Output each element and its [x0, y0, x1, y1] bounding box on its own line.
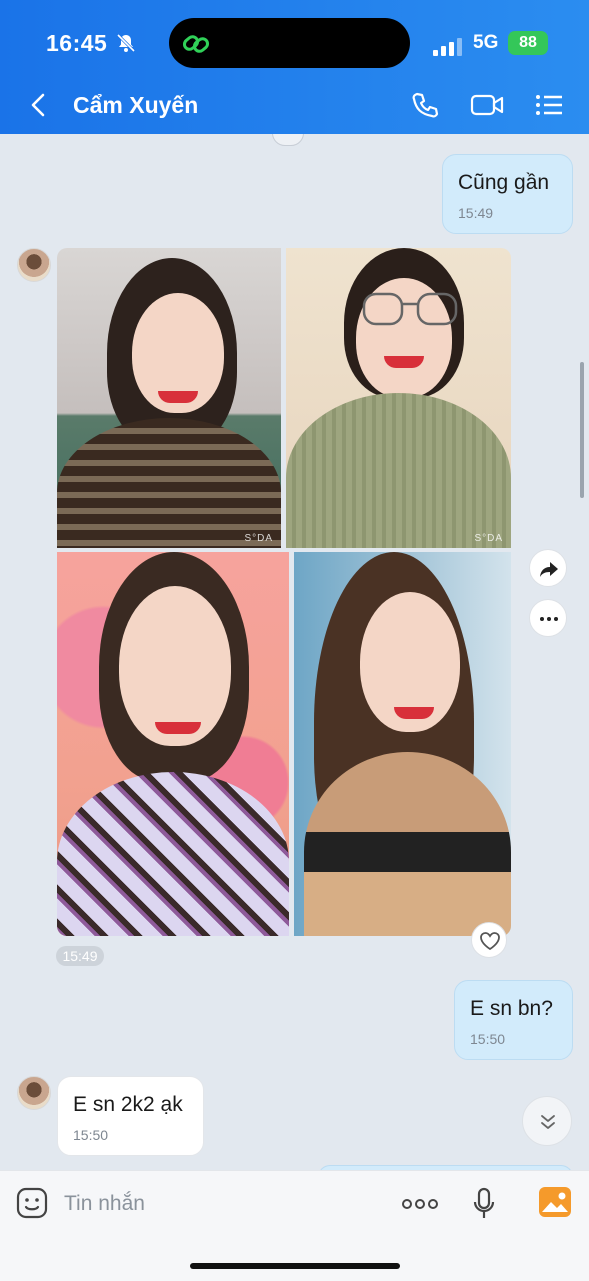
message-bubble-out[interactable]: Cũng gần 15:49 — [442, 154, 573, 234]
dynamic-island — [169, 18, 410, 68]
status-bar: 16:45 5G 88 — [0, 18, 589, 68]
message-input[interactable]: Tin nhắn — [64, 1192, 145, 1216]
scroll-down-button[interactable] — [522, 1096, 572, 1146]
battery-indicator: 88 — [508, 31, 548, 55]
header: 16:45 5G 88 Cẩm Xuyến — [0, 0, 589, 134]
avatar[interactable] — [17, 1076, 51, 1110]
message-text: E sn bn? — [470, 997, 553, 1020]
photo-1[interactable]: S°DA — [57, 248, 281, 548]
photo-4[interactable] — [294, 552, 511, 936]
scrollbar[interactable] — [580, 362, 584, 498]
chevron-left-icon[interactable] — [24, 90, 54, 125]
watermark: S°DA — [244, 533, 273, 544]
emoji-icon[interactable] — [16, 1187, 48, 1224]
message-bubble-in[interactable]: E sn 2k2 ạk 15:50 — [57, 1076, 204, 1156]
photo-3[interactable] — [57, 552, 289, 936]
chevron-down-icon — [541, 1115, 555, 1129]
network-type: 5G — [473, 32, 499, 53]
glasses — [362, 292, 458, 326]
forward-button[interactable] — [529, 549, 567, 587]
bell-muted-icon — [115, 32, 137, 59]
message-time: 15:50 — [470, 1031, 506, 1047]
status-time: 16:45 — [46, 30, 108, 56]
home-indicator — [190, 1263, 400, 1269]
react-button[interactable] — [471, 922, 507, 958]
ellipsis-icon[interactable] — [402, 1197, 438, 1215]
chat-nav: Cẩm Xuyến — [0, 82, 589, 130]
phone-icon[interactable] — [410, 90, 440, 125]
forward-icon — [540, 562, 558, 577]
more-icon — [540, 617, 558, 621]
link-icon — [182, 35, 210, 53]
message-time: 15:50 — [73, 1127, 109, 1143]
reaction-stub — [272, 134, 304, 146]
list-icon[interactable] — [534, 90, 564, 125]
signal-icon — [433, 38, 463, 61]
image-icon[interactable] — [537, 1185, 573, 1224]
more-button[interactable] — [529, 599, 567, 637]
message-time: 15:49 — [458, 205, 494, 221]
photo-time: 15:49 — [56, 946, 104, 966]
avatar[interactable] — [17, 248, 51, 282]
mic-icon[interactable] — [472, 1187, 496, 1226]
photo-2[interactable]: S°DA — [286, 248, 511, 548]
chat-title[interactable]: Cẩm Xuyến — [73, 92, 198, 119]
video-icon[interactable] — [470, 90, 504, 125]
heart-icon — [480, 932, 500, 951]
message-text: Cũng gần — [458, 171, 550, 194]
message-bubble-out[interactable]: E sn bn? 15:50 — [454, 980, 573, 1060]
message-text: E sn 2k2 ạk — [73, 1093, 183, 1116]
chat-area[interactable]: Cũng gần 15:49 S°DA S°DA 15:49 E sn bn? … — [0, 134, 589, 1170]
watermark: S°DA — [474, 533, 503, 544]
composer: Tin nhắn — [0, 1170, 589, 1281]
